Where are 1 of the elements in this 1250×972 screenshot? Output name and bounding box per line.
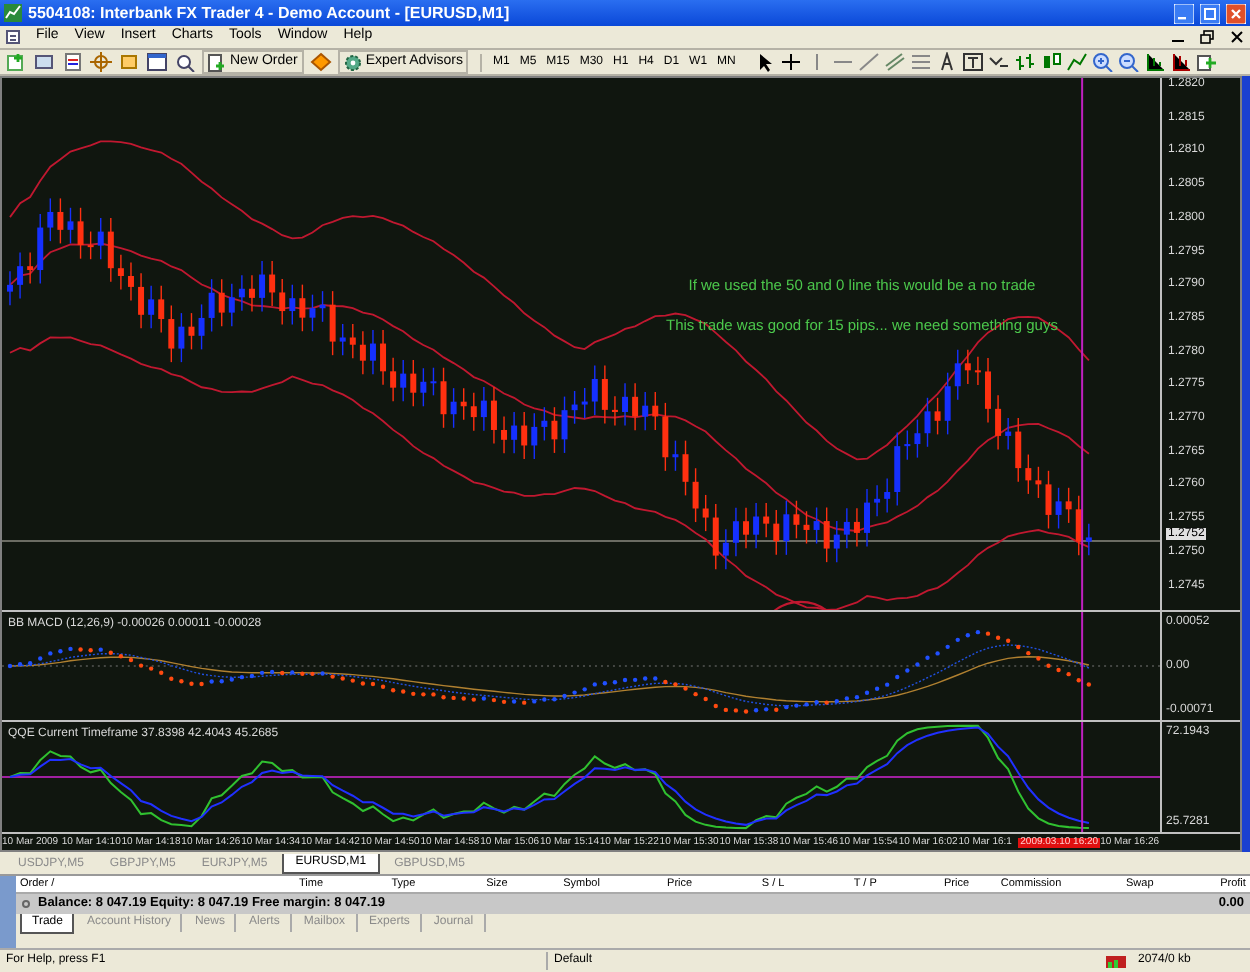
window-title: 5504108: Interbank FX Trader 4 - Demo Account - [EURUSD,M1] xyxy=(28,1,510,25)
